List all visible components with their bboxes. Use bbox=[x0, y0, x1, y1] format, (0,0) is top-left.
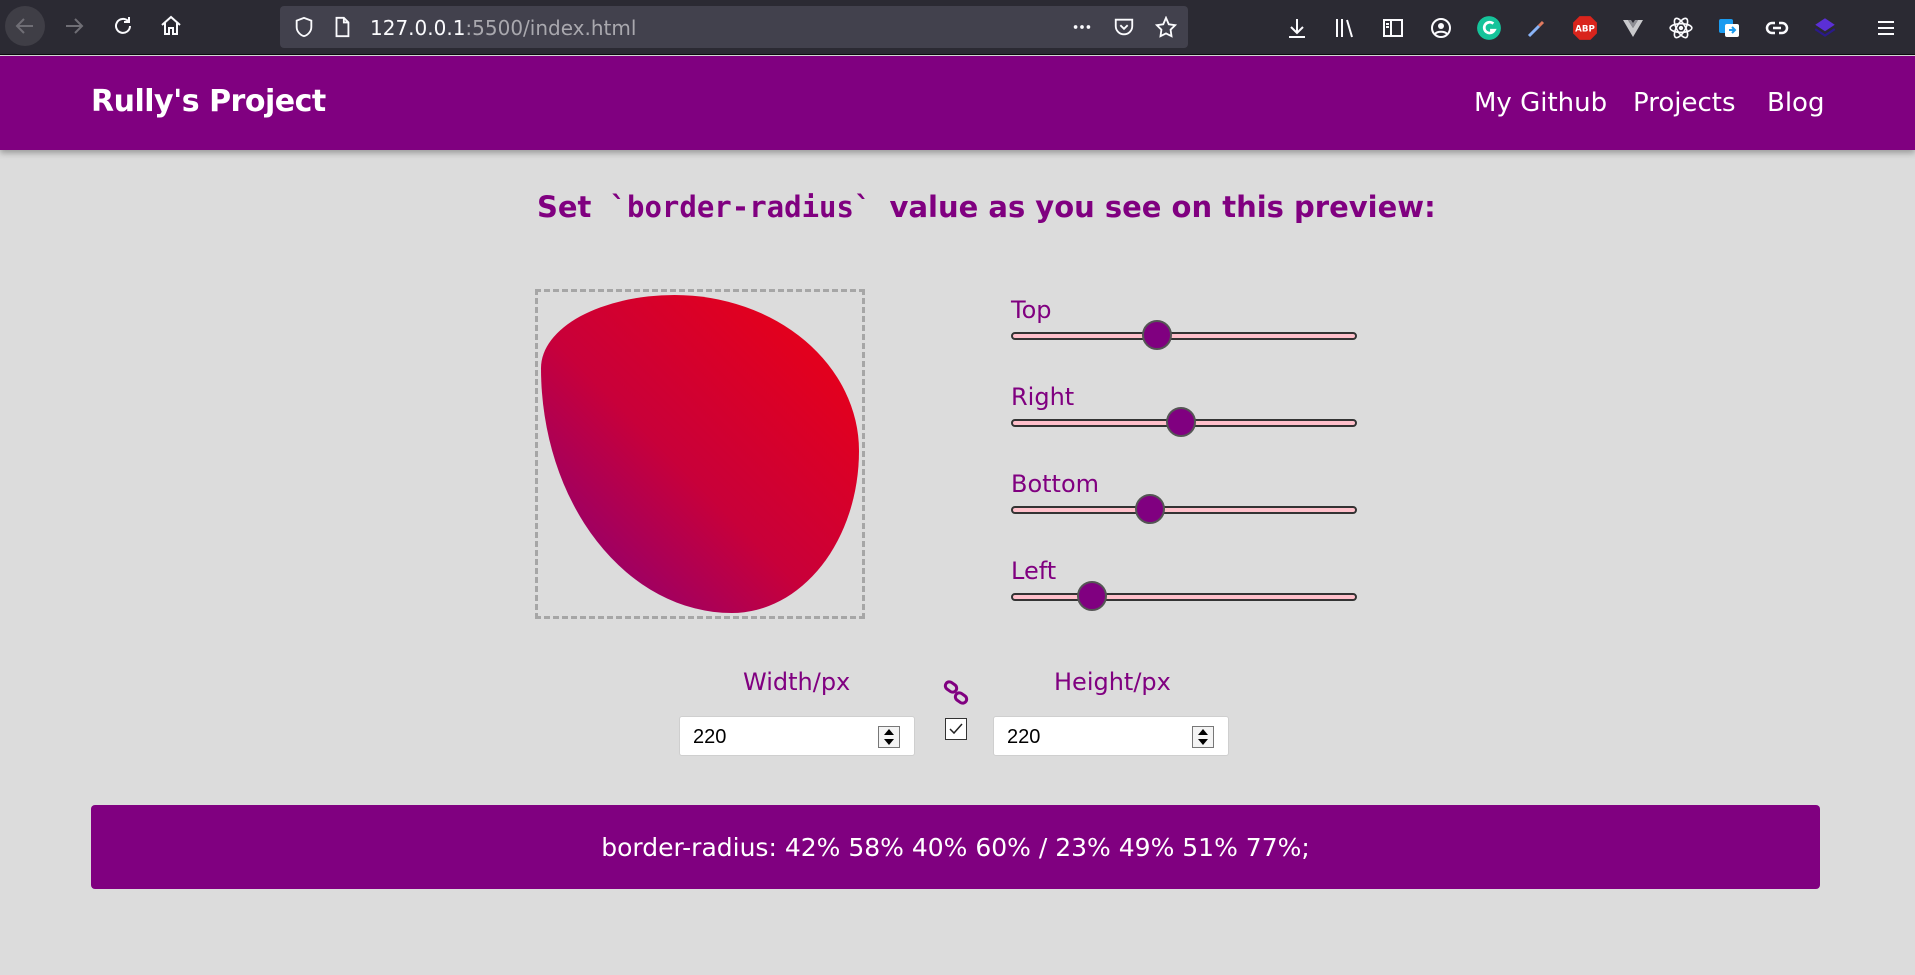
result-output[interactable]: border-radius: 42% 58% 40% 60% / 23% 49%… bbox=[91, 805, 1820, 889]
home-icon bbox=[161, 15, 181, 35]
link-icon[interactable] bbox=[1763, 14, 1791, 42]
slider-top: Top bbox=[1011, 296, 1357, 350]
preview-shape bbox=[541, 295, 859, 613]
grammarly-icon[interactable] bbox=[1475, 14, 1503, 42]
library-icon[interactable] bbox=[1331, 14, 1359, 42]
width-input[interactable]: 220 bbox=[679, 716, 915, 756]
adblock-label: ABP bbox=[1575, 24, 1595, 34]
home-button[interactable] bbox=[151, 6, 191, 46]
check-icon bbox=[949, 723, 963, 735]
adblock-plus-icon[interactable]: ABP bbox=[1571, 14, 1599, 42]
forward-button[interactable] bbox=[54, 6, 94, 46]
slider-track-left[interactable] bbox=[1011, 581, 1357, 611]
heading-code: `border-radius` bbox=[609, 190, 872, 224]
link-dimensions-checkbox[interactable] bbox=[945, 718, 967, 740]
arrow-left-icon bbox=[15, 18, 33, 34]
slider-left: Left bbox=[1011, 557, 1357, 611]
nav-link-projects[interactable]: Projects bbox=[1633, 88, 1736, 118]
slider-track-right[interactable] bbox=[1011, 407, 1357, 437]
slider-thumb-bottom[interactable] bbox=[1134, 494, 1165, 524]
url-host: 127.0.0.1 bbox=[370, 16, 466, 40]
reload-icon bbox=[115, 17, 131, 34]
brand-logo[interactable]: Rully's Project bbox=[91, 84, 326, 119]
download-icon[interactable] bbox=[1283, 14, 1311, 42]
slider-bottom: Bottom bbox=[1011, 470, 1357, 524]
nav-link-blog[interactable]: Blog bbox=[1767, 88, 1824, 118]
width-label: Width/px bbox=[743, 668, 851, 696]
menu-icon[interactable] bbox=[1872, 14, 1900, 42]
react-devtools-icon[interactable] bbox=[1667, 14, 1695, 42]
preview-frame bbox=[535, 289, 865, 619]
back-button[interactable] bbox=[5, 6, 45, 46]
slider-thumb-top[interactable] bbox=[1141, 320, 1172, 350]
extension-icon[interactable] bbox=[1811, 14, 1839, 42]
width-stepper[interactable] bbox=[878, 726, 900, 748]
reload-button[interactable] bbox=[103, 6, 143, 46]
more-actions-icon[interactable] bbox=[1070, 15, 1094, 39]
slider-track-top[interactable] bbox=[1011, 320, 1357, 350]
page-title: Set `border-radius` value as you see on … bbox=[537, 190, 1436, 224]
url-path: :5500/index.html bbox=[465, 16, 637, 40]
sidebar-icon[interactable] bbox=[1379, 14, 1407, 42]
slider-track-bottom[interactable] bbox=[1011, 494, 1357, 524]
result-text: border-radius: 42% 58% 40% 60% / 23% 49%… bbox=[601, 832, 1310, 862]
site-navbar: Rully's Project My Github Projects Blog bbox=[0, 56, 1915, 150]
nav-link-github[interactable]: My Github bbox=[1474, 88, 1607, 118]
height-stepper[interactable] bbox=[1192, 726, 1214, 748]
slider-label-left: Left bbox=[1011, 557, 1057, 585]
url-bar[interactable]: 127.0.0.1:5500/index.html bbox=[280, 6, 1188, 48]
height-value: 220 bbox=[1007, 726, 1041, 748]
height-input[interactable]: 220 bbox=[993, 716, 1229, 756]
pocket-icon[interactable] bbox=[1112, 15, 1136, 39]
url-text[interactable]: 127.0.0.1:5500/index.html bbox=[370, 16, 636, 40]
star-icon[interactable] bbox=[1154, 15, 1178, 39]
heading-prefix: Set bbox=[537, 190, 592, 224]
eyedropper-icon[interactable] bbox=[1523, 14, 1551, 42]
page-icon bbox=[330, 15, 354, 39]
vue-devtools-icon[interactable] bbox=[1619, 14, 1647, 42]
browser-toolbar: 127.0.0.1:5500/index.html ABP bbox=[0, 0, 1915, 55]
height-label: Height/px bbox=[1054, 668, 1171, 696]
slider-thumb-left[interactable] bbox=[1076, 581, 1107, 611]
heading-suffix: value as you see on this preview: bbox=[889, 190, 1436, 224]
slider-thumb-right[interactable] bbox=[1165, 407, 1196, 437]
translate-icon[interactable] bbox=[1715, 14, 1743, 42]
chain-link-icon bbox=[943, 680, 969, 705]
shield-icon[interactable] bbox=[292, 15, 316, 39]
account-icon[interactable] bbox=[1427, 14, 1455, 42]
slider-label-top: Top bbox=[1011, 296, 1052, 324]
slider-right: Right bbox=[1011, 383, 1357, 437]
slider-label-bottom: Bottom bbox=[1011, 470, 1100, 498]
arrow-right-icon bbox=[66, 18, 84, 34]
width-value: 220 bbox=[693, 726, 727, 748]
